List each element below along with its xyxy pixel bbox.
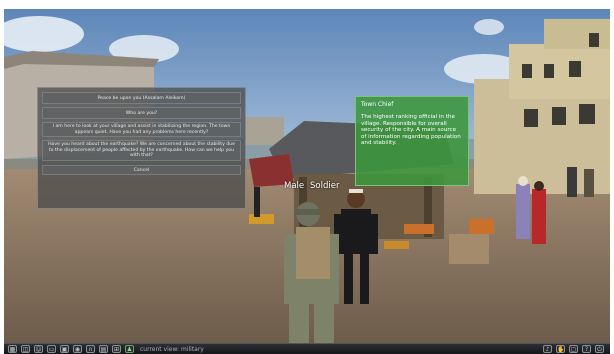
- npc-info-panel: Town Chief The highest ranking official …: [355, 96, 469, 186]
- grid-icon[interactable]: ⊞: [112, 345, 121, 353]
- chart-icon[interactable]: ♪: [543, 345, 552, 353]
- chat-icon[interactable]: ▭: [47, 345, 56, 353]
- npc-info-description: The highest ranking official in the vill…: [361, 114, 461, 147]
- cloud: [474, 19, 504, 35]
- people-icon[interactable]: ☺: [34, 345, 43, 353]
- dialogue-menu: Peace be upon you (Assalam Aleikom) Who …: [37, 87, 246, 209]
- settings-icon[interactable]: ▣: [60, 345, 69, 353]
- game-viewport[interactable]: Peace be upon you (Assalam Aleikom) Who …: [4, 9, 610, 354]
- map-icon[interactable]: ▦: [8, 345, 17, 353]
- dialogue-option-assist-village[interactable]: I am here to look at your village and as…: [42, 122, 241, 138]
- current-view-status: current view: military: [140, 345, 204, 353]
- hud-toolbar: ▦ ◫ ☺ ▭ ▣ ◉ ∩ ▤ ⊞ ♟ current view: milita…: [4, 343, 610, 354]
- npc-info-title: Town Chief: [361, 101, 394, 108]
- dialogue-option-who-are-you[interactable]: Who are you?: [42, 107, 241, 119]
- hand-icon[interactable]: ✋: [556, 345, 565, 353]
- dialogue-option-earthquake[interactable]: Have you heard about the earthquake? We …: [42, 140, 241, 161]
- headset-icon[interactable]: ∩: [86, 345, 95, 353]
- npc-woman: [516, 184, 530, 239]
- group-icon[interactable]: ♟: [125, 345, 134, 353]
- power-icon[interactable]: ⏻: [595, 345, 604, 353]
- dialogue-option-greeting[interactable]: Peace be upon you (Assalam Aleikom): [42, 92, 241, 104]
- cancel-button[interactable]: Cancel: [42, 164, 241, 175]
- npc-label-soldier: Soldier: [310, 181, 340, 191]
- screen-icon[interactable]: ▤: [99, 345, 108, 353]
- help-icon[interactable]: ?: [582, 345, 591, 353]
- camera-icon[interactable]: ▢: [569, 345, 578, 353]
- eye-icon[interactable]: ◉: [73, 345, 82, 353]
- town-chief: [341, 209, 371, 254]
- inventory-icon[interactable]: ◫: [21, 345, 30, 353]
- npc-label-male: Male: [284, 181, 305, 191]
